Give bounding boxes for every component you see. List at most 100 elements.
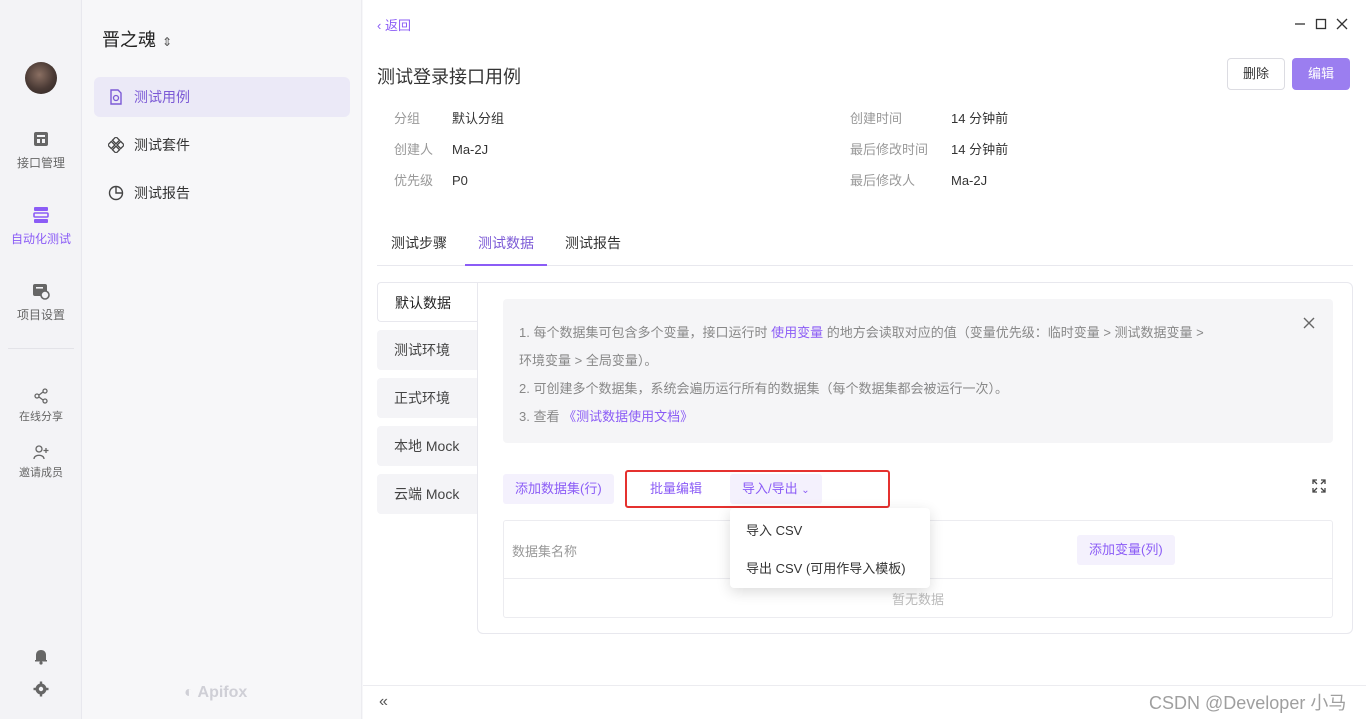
notice-line: 1. 每个数据集可包含多个变量，接口运行时 使用变量 的地方会读取对应的值（变量… (519, 319, 1317, 347)
rail-item-invite[interactable]: 邀请成员 (0, 444, 82, 480)
rail-label: 自动化测试 (10, 232, 71, 246)
automation-icon (33, 207, 49, 223)
logo-text: Apifox (197, 684, 248, 701)
back-link[interactable]: ‹ 返回 (377, 15, 411, 34)
meta-key: 创建人 (394, 142, 434, 157)
notice-line: 环境变量 > 全局变量）。 (519, 353, 658, 368)
app-window: 接口管理 自动化测试 项目设置 在线分享 邀请成员 晋之魂 ⇕ 测试用例 测试套… (0, 0, 1366, 719)
import-export-dropdown: 导入 CSV 导出 CSV (可用作导入模板) (730, 508, 930, 588)
bell-icon[interactable] (33, 648, 49, 665)
dataset-item[interactable]: 本地 Mock (377, 426, 477, 466)
rail-item-automation[interactable]: 自动化测试 (0, 206, 82, 247)
page-title: 测试登录接口用例 (377, 67, 521, 87)
export-csv-option[interactable]: 导出 CSV (可用作导入模板) (746, 558, 906, 577)
apifox-logo: ◐ Apifox (184, 684, 247, 702)
rail-label: 项目设置 (16, 308, 65, 322)
suite-icon (108, 137, 124, 153)
tab-bar: 测试步骤 测试数据 测试报告 (377, 228, 1353, 266)
watermark: CSDN @Developer 小马 (1149, 693, 1347, 713)
meta-key: 优先级 (394, 173, 434, 188)
minimize-icon[interactable] (1294, 18, 1306, 30)
status-bar: « CSDN @Developer 小马 (363, 685, 1366, 719)
maximize-icon[interactable] (1315, 18, 1327, 30)
meta-value: P0 (452, 173, 468, 188)
logo-mark-icon: ◐ (184, 684, 198, 701)
batch-edit-button[interactable]: 批量编辑 (638, 474, 714, 504)
add-dataset-button[interactable]: 添加数据集(行) (503, 474, 614, 504)
notice-text: 的地方会读取对应的值（变量优先级：临时变量 > 测试数据变量 > (826, 325, 1204, 340)
sidebar-item-label: 测试套件 (134, 137, 190, 153)
meta-modified: 最后修改时间 14 分钟前 (850, 139, 1008, 158)
avatar[interactable] (25, 62, 57, 94)
rail-label: 邀请成员 (19, 467, 63, 479)
back-label: 返回 (384, 18, 411, 33)
meta-group: 分组 默认分组 (394, 108, 504, 127)
share-icon (34, 388, 48, 404)
tab-test-report[interactable]: 测试报告 (565, 228, 621, 266)
meta-creator: 创建人 Ma-2J (394, 139, 488, 158)
meta-value: 14 分钟前 (951, 142, 1009, 157)
meta-key: 创建时间 (850, 111, 903, 126)
import-csv-option[interactable]: 导入 CSV (746, 520, 802, 539)
close-icon[interactable] (1303, 317, 1315, 329)
sidebar-item-testcases[interactable]: 测试用例 (94, 77, 350, 117)
left-rail: 接口管理 自动化测试 项目设置 在线分享 邀请成员 (0, 0, 82, 719)
expand-icon[interactable] (1312, 479, 1326, 493)
meta-key: 分组 (394, 111, 421, 126)
delete-button[interactable]: 删除 (1227, 58, 1285, 90)
close-window-icon[interactable] (1336, 18, 1348, 30)
column-header: 数据集名称 (512, 544, 578, 559)
gear-icon[interactable] (33, 681, 49, 697)
meta-modifier: 最后修改人 Ma-2J (850, 170, 987, 189)
chevron-left-icon: ‹ (377, 18, 385, 33)
project-switcher[interactable]: 晋之魂 ⇕ (102, 26, 172, 52)
sidebar-item-label: 测试报告 (134, 185, 190, 201)
meta-value: Ma-2J (951, 173, 988, 188)
rail-item-api-management[interactable]: 接口管理 (0, 130, 82, 171)
rail-item-share[interactable]: 在线分享 (0, 388, 82, 424)
chevron-updown-icon: ⇕ (162, 35, 173, 49)
notice-line: 2. 可创建多个数据集，系统会遍历运行所有的数据集（每个数据集都会被运行一次）。 (519, 381, 1008, 396)
notice-text: 1. 每个数据集可包含多个变量，接口运行时 (519, 325, 768, 340)
sidebar: 晋之魂 ⇕ 测试用例 测试套件 测试报告 ◐ Apifox (82, 0, 362, 719)
edit-button[interactable]: 编辑 (1292, 58, 1350, 90)
use-variable-link[interactable]: 使用变量 (771, 325, 823, 340)
dataset-item[interactable]: 默认数据 (377, 282, 477, 322)
settings-icon (33, 284, 50, 300)
meta-value: 默认分组 (452, 111, 505, 126)
dataset-item[interactable]: 测试环境 (377, 330, 477, 370)
rail-divider (8, 348, 74, 349)
add-variable-button[interactable]: 添加变量(列) (1077, 535, 1175, 565)
testcase-icon (110, 89, 122, 105)
notice-text: 3. 查看 (519, 409, 560, 424)
import-export-label: 导入/导出 (742, 481, 798, 496)
report-icon (108, 185, 124, 201)
meta-value: Ma-2J (452, 142, 489, 157)
dataset-item[interactable]: 正式环境 (377, 378, 477, 418)
empty-state: 暂无数据 (891, 592, 944, 607)
rail-label: 在线分享 (19, 411, 63, 423)
notice-line: 3. 查看 《测试数据使用文档》 (519, 403, 1317, 431)
chevron-down-icon: ⌄ (801, 485, 810, 496)
meta-key: 最后修改人 (850, 173, 916, 188)
api-icon (34, 132, 48, 146)
tab-test-steps[interactable]: 测试步骤 (391, 228, 447, 266)
sidebar-item-suites[interactable]: 测试套件 (94, 125, 350, 165)
sidebar-item-reports[interactable]: 测试报告 (94, 173, 350, 213)
dataset-item[interactable]: 云端 Mock (377, 474, 477, 514)
rail-label: 接口管理 (16, 156, 65, 170)
main-content: ‹ 返回 测试登录接口用例 删除 编辑 分组 默认分组 创建人 Ma-2J 优先级 P… (363, 0, 1366, 719)
info-notice: 1. 每个数据集可包含多个变量，接口运行时 使用变量 的地方会读取对应的值（变量… (503, 299, 1333, 443)
invite-icon (33, 445, 49, 460)
collapse-sidebar-icon[interactable]: « (379, 693, 388, 711)
docs-link[interactable]: 《测试数据使用文档》 (563, 409, 693, 424)
import-export-button[interactable]: 导入/导出 ⌄ (730, 474, 822, 504)
tab-test-data[interactable]: 测试数据 (465, 228, 547, 266)
meta-priority: 优先级 P0 (394, 170, 468, 189)
project-name: 晋之魂 (102, 30, 156, 50)
meta-key: 最后修改时间 (850, 142, 929, 157)
rail-item-project-settings[interactable]: 项目设置 (0, 282, 82, 323)
meta-created: 创建时间 14 分钟前 (850, 108, 1008, 127)
sidebar-item-label: 测试用例 (134, 89, 190, 105)
meta-value: 14 分钟前 (951, 111, 1009, 126)
